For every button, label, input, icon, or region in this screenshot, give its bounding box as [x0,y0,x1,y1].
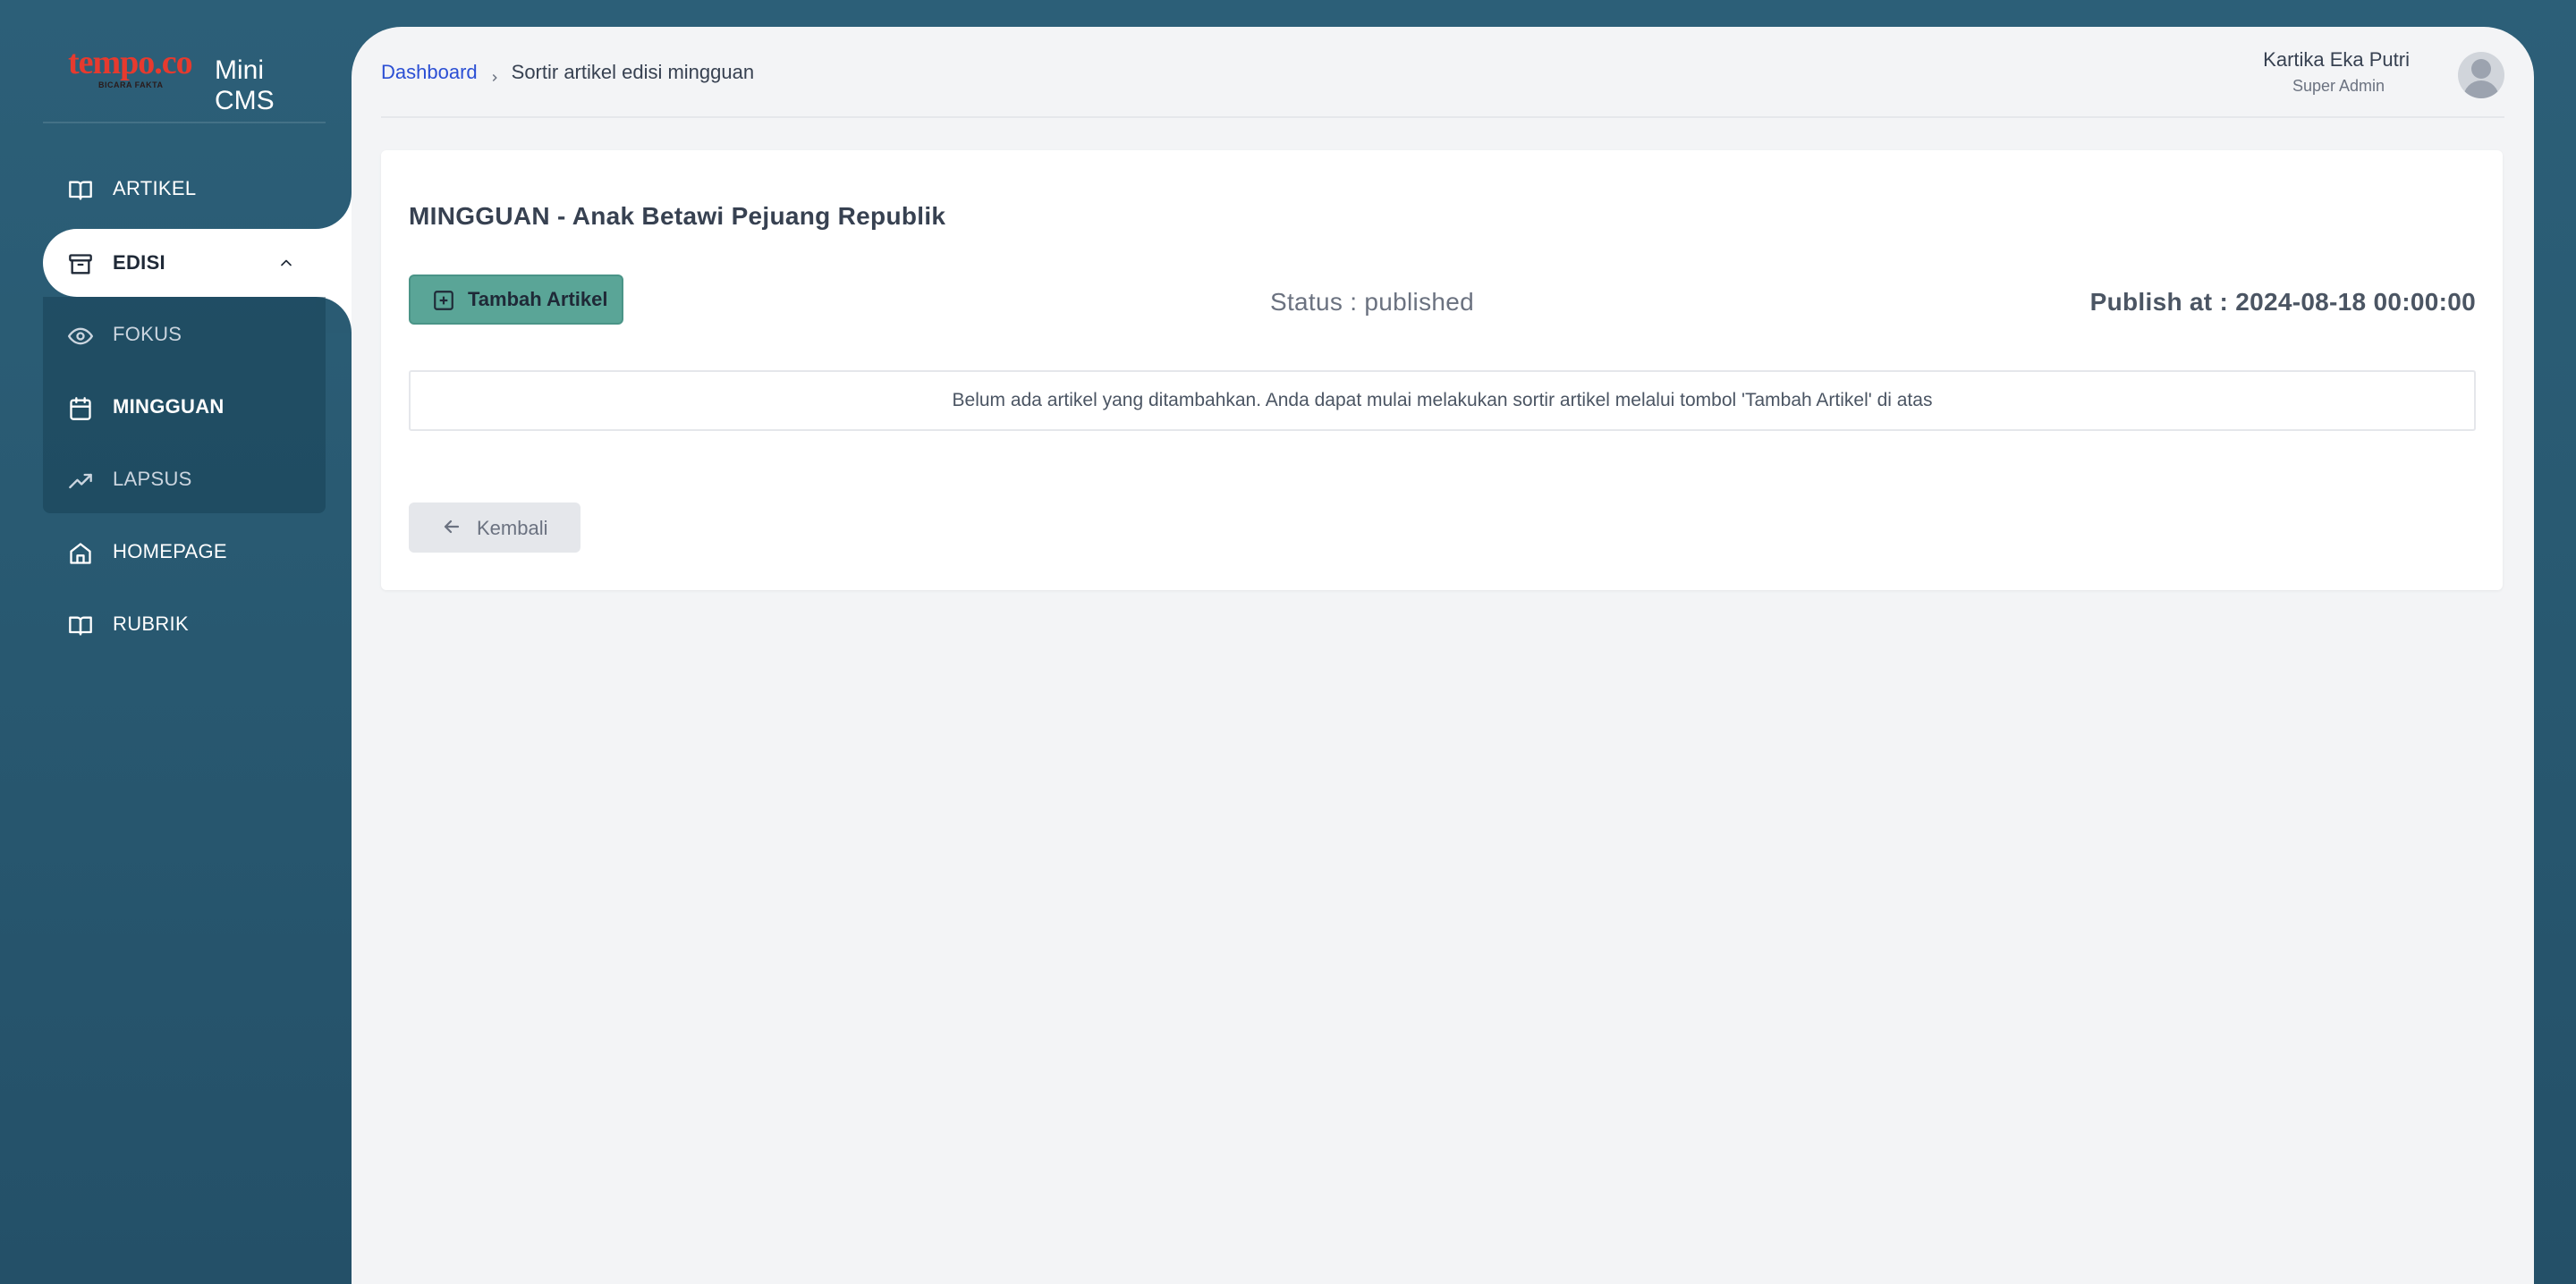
breadcrumb-dashboard-link[interactable]: Dashboard [381,61,478,84]
logo-wordmark: tempo.co [68,44,193,81]
edition-card: MINGGUAN - Anak Betawi Pejuang Republik … [381,150,2503,590]
publish-date-text: Publish at : 2024-08-18 00:00:00 [2089,288,2476,316]
sidebar-subitem-lapsus[interactable]: LAPSUS [43,445,326,513]
top-bar: Dashboard Sortir artikel edisi mingguan … [381,27,2504,118]
book-open-icon [68,178,93,203]
sidebar-item-label: LAPSUS [113,468,192,490]
empty-state-message: Belum ada artikel yang ditambahkan. Anda… [409,370,2476,431]
brand-header: tempo.co BICARA FAKTA Mini CMS [43,34,326,123]
arrow-left-icon [441,516,462,537]
user-role: Super Admin [2292,77,2385,95]
sidebar-item-artikel[interactable]: ARTIKEL [43,155,326,223]
sidebar-item-homepage[interactable]: HOMEPAGE [43,518,326,586]
user-name: Kartika Eka Putri [2263,48,2410,71]
trending-up-icon [68,469,93,494]
breadcrumb-current: Sortir artikel edisi mingguan [511,61,755,83]
sidebar-item-label: HOMEPAGE [113,540,227,562]
sidebar-item-label: FOKUS [113,323,182,345]
sidebar-item-label: MINGGUAN [113,395,225,418]
chevron-up-icon[interactable] [277,254,295,272]
user-menu[interactable]: Kartika Eka Putri Super Admin [2236,46,2504,100]
chevron-right-icon [488,66,501,82]
sidebar-item-edisi[interactable]: EDISI [43,229,326,297]
breadcrumb: Dashboard Sortir artikel edisi mingguan [381,61,754,84]
sidebar-subitem-mingguan[interactable]: MINGGUAN [43,373,326,441]
page-title: MINGGUAN - Anak Betawi Pejuang Republik [409,202,946,230]
archive-box-icon [68,252,93,277]
plus-square-icon [432,289,455,312]
eye-icon [68,324,94,349]
main-panel: Dashboard Sortir artikel edisi mingguan … [352,27,2534,1284]
add-article-button[interactable]: Tambah Artikel [409,275,623,325]
logo-tagline: BICARA FAKTA [98,80,164,89]
avatar[interactable] [2458,52,2504,98]
book-open-icon [68,613,93,638]
sidebar: tempo.co BICARA FAKTA Mini CMS ARTIKEL E… [0,0,352,1284]
app-name: Mini CMS [215,55,275,115]
calendar-icon [68,396,93,421]
back-button-label: Kembali [477,517,548,539]
avatar-head [2471,59,2491,79]
sidebar-item-label: RUBRIK [113,612,189,635]
avatar-body [2463,80,2499,98]
tempo-logo[interactable]: tempo.co BICARA FAKTA [68,45,202,91]
sidebar-item-label: ARTIKEL [113,177,197,199]
sidebar-item-label: EDISI [113,251,165,274]
add-article-label: Tambah Artikel [468,288,608,310]
back-button[interactable]: Kembali [409,503,580,553]
home-icon [68,541,93,566]
sidebar-item-rubrik[interactable]: RUBRIK [43,590,326,658]
sidebar-subitem-fokus[interactable]: FOKUS [43,300,326,368]
status-text: Status : published [1270,288,1474,316]
